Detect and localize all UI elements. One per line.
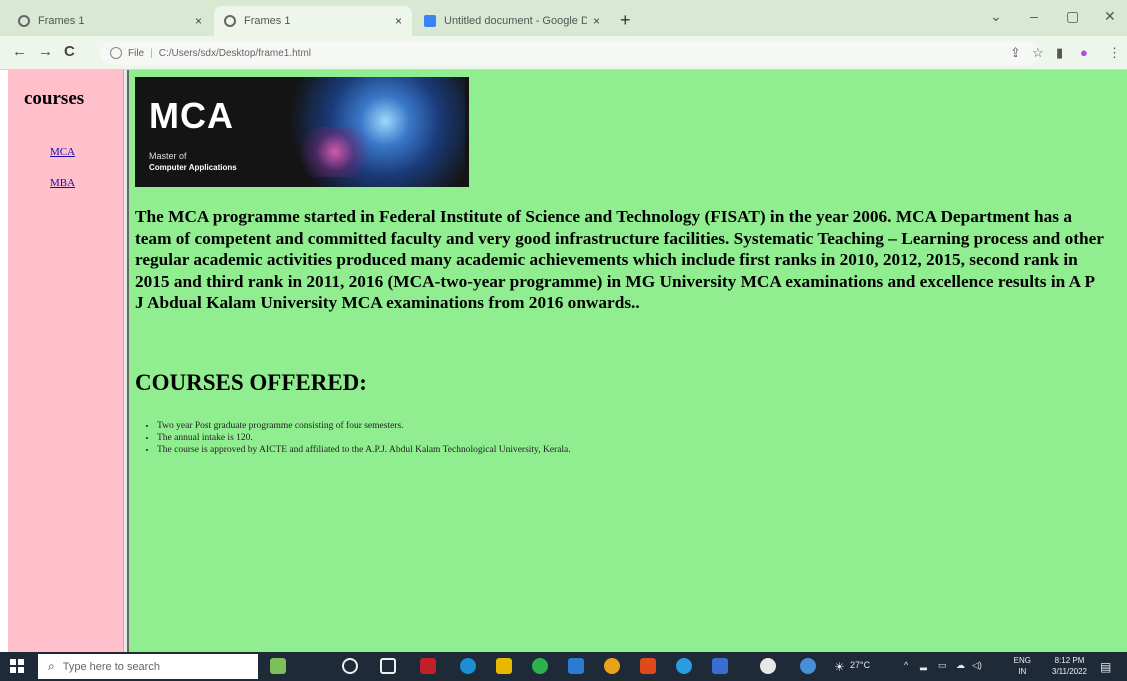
back-button[interactable]: ← <box>12 43 27 60</box>
list-item: The annual intake is 120. <box>157 432 571 444</box>
main-frame: MCA Master of Computer Applications The … <box>129 70 1127 652</box>
tab-search-icon[interactable]: ⌄ <box>990 8 1002 25</box>
tab-frames-1[interactable]: Frames 1 × <box>8 6 212 36</box>
tab-bar: Frames 1 × Frames 1 × Untitled document … <box>0 0 1127 36</box>
language-indicator[interactable]: ENG IN <box>1014 655 1031 677</box>
file-explorer-icon[interactable] <box>496 658 512 674</box>
browser-toolbar: ← → C File | C:/Users/sdx/Desktop/frame1… <box>0 36 1127 70</box>
whatsapp-icon[interactable] <box>532 658 548 674</box>
reload-button[interactable]: C <box>64 43 75 60</box>
taskbar-search-placeholder: Type here to search <box>62 660 160 673</box>
weather-temp[interactable]: 27°C <box>850 660 870 670</box>
address-bar[interactable]: File | C:/Users/sdx/Desktop/frame1.html <box>100 41 1040 65</box>
close-window-button[interactable]: ✕ <box>1104 8 1116 25</box>
star-icon[interactable]: ☆ <box>1032 45 1044 61</box>
side-panel-icon[interactable]: ▮ <box>1056 45 1063 61</box>
office-app-icon[interactable] <box>420 658 436 674</box>
list-item: The course is approved by AICTE and affi… <box>157 444 571 456</box>
sidebar-link-mca[interactable]: MCA <box>50 146 75 158</box>
battery-icon[interactable]: ▭ <box>938 660 947 671</box>
list-item: Two year Post graduate programme consist… <box>157 420 571 432</box>
tab-google-docs[interactable]: Untitled document - Google Do × <box>414 6 610 36</box>
forward-button[interactable]: → <box>38 43 53 60</box>
minimize-button[interactable]: – <box>1030 8 1038 24</box>
app-icon[interactable] <box>712 658 728 674</box>
maximize-button[interactable]: ▢ <box>1066 8 1079 25</box>
courses-heading: COURSES OFFERED: <box>135 370 367 395</box>
sidebar-link-mba[interactable]: MBA <box>50 177 75 189</box>
mca-banner-image: MCA Master of Computer Applications <box>135 77 469 187</box>
page-content: courses MCA MBA MCA Master of Computer A… <box>8 70 1127 652</box>
weather-icon: ☀ <box>834 660 845 674</box>
address-scheme: File <box>128 47 145 59</box>
sidebar-frame: courses MCA MBA <box>8 70 123 652</box>
banner-line2: Computer Applications <box>149 163 237 172</box>
globe-icon <box>18 15 30 27</box>
chrome-canary-icon[interactable] <box>604 658 620 674</box>
close-icon[interactable]: × <box>195 14 202 28</box>
widget-icon[interactable] <box>270 658 286 674</box>
cloud-icon[interactable]: ☁ <box>956 660 965 671</box>
info-icon[interactable] <box>110 47 122 59</box>
taskbar-search[interactable]: ⌕ Type here to search <box>38 654 258 679</box>
cortana-icon[interactable] <box>342 658 358 674</box>
chevron-up-icon[interactable]: ^ <box>904 660 908 670</box>
banner-title: MCA <box>149 95 234 136</box>
share-icon[interactable]: ⇪ <box>1010 45 1021 61</box>
profile-icon[interactable]: ● <box>1080 45 1088 60</box>
network-icon[interactable]: ▂ <box>920 660 927 671</box>
new-tab-button[interactable]: + <box>620 10 631 31</box>
address-path: C:/Users/sdx/Desktop/frame1.html <box>158 47 311 59</box>
windows-start-icon[interactable] <box>10 659 24 673</box>
docs-icon <box>424 15 436 27</box>
volume-icon[interactable]: ◁) <box>972 660 982 671</box>
task-view-icon[interactable] <box>380 658 396 674</box>
close-icon[interactable]: × <box>395 14 402 28</box>
search-icon: ⌕ <box>48 659 55 673</box>
intro-paragraph: The MCA programme started in Federal Ins… <box>135 207 1104 312</box>
edge-icon[interactable] <box>460 658 476 674</box>
tab-title: Frames 1 <box>244 15 291 27</box>
close-icon[interactable]: × <box>593 14 600 28</box>
chrome-icon[interactable] <box>760 658 776 674</box>
sidebar-heading: courses <box>24 88 85 109</box>
courses-list: Two year Post graduate programme consist… <box>157 420 571 456</box>
notification-icon[interactable]: ▤ <box>1100 660 1111 674</box>
taskbar: ⌕ Type here to search ☀ 27°C ^ ▂ ▭ ☁ ◁) … <box>0 652 1127 681</box>
vscode-icon[interactable] <box>568 658 584 674</box>
tab-title: Frames 1 <box>38 15 85 27</box>
globe-icon <box>224 15 236 27</box>
clock[interactable]: 8:12 PM 3/11/2022 <box>1052 655 1087 677</box>
app-icon[interactable] <box>640 658 656 674</box>
menu-icon[interactable]: ⋮ <box>1108 45 1121 61</box>
tab-frames-1-active[interactable]: Frames 1 × <box>214 6 412 36</box>
telegram-icon[interactable] <box>676 658 692 674</box>
tab-title: Untitled document - Google Do <box>444 15 587 27</box>
banner-line1: Master of <box>149 151 187 161</box>
app-icon[interactable] <box>800 658 816 674</box>
